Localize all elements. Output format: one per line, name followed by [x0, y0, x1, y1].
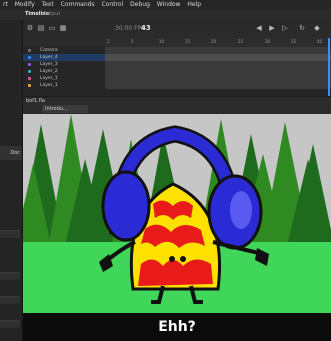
menu-item-control[interactable]: Control	[102, 0, 124, 9]
frame-ruler[interactable]: 1 5 10 15 20 25 30 35 40	[105, 38, 331, 47]
layer-frames[interactable]	[105, 54, 331, 61]
layer-frames[interactable]	[105, 82, 331, 89]
ruler-tick: 30	[265, 39, 271, 44]
ruler-tick: 5	[131, 39, 134, 44]
layer-name: Layer_4	[40, 55, 58, 60]
stage-artwork	[23, 114, 331, 341]
property-field[interactable]	[0, 272, 20, 280]
layer-color-swatch	[28, 70, 31, 73]
layer-row-layer-1a[interactable]: Layer_1	[23, 75, 331, 82]
menu-item-modify[interactable]: Modify	[15, 0, 35, 9]
property-field[interactable]	[0, 320, 20, 328]
stage-canvas[interactable]: Ehh?	[23, 114, 331, 341]
prev-frame-icon[interactable]: ◀	[255, 25, 263, 32]
ruler-tick: 15	[185, 39, 191, 44]
menu-item-commands[interactable]: Commands	[61, 0, 95, 9]
playhead-icon[interactable]: ◆	[313, 25, 321, 32]
scene-dropdown[interactable]: Introdu...	[42, 105, 88, 113]
timeline-toolbar: ⚙ ▤ ▭ ▦ 30.00 FPS 43 ◀ ▶ ▷ ↻ ◆	[23, 20, 331, 39]
ruler-tick: 35	[291, 39, 297, 44]
layer-frames[interactable]	[105, 68, 331, 75]
layer-color-swatch	[28, 63, 31, 66]
properties-panel: Doc	[0, 20, 23, 341]
layer-color-swatch	[28, 84, 31, 87]
next-frame-icon[interactable]: ▷	[281, 25, 289, 32]
animate-app-window: rt Modify Text Commands Control Debug Wi…	[0, 0, 331, 341]
layer-row-camera[interactable]: Camera	[23, 47, 331, 54]
stage-header: bof1.fla Introdu...	[23, 96, 331, 115]
tab-output[interactable]: Output	[43, 11, 60, 17]
play-icon[interactable]: ▶	[268, 25, 276, 32]
gear-icon[interactable]: ⚙	[26, 25, 34, 32]
menu-item-insert[interactable]: rt	[3, 0, 8, 9]
menu-item-help[interactable]: Help	[187, 0, 201, 9]
timeline-panel: ⚙ ▤ ▭ ▦ 30.00 FPS 43 ◀ ▶ ▷ ↻ ◆ 1 5 10 15…	[23, 20, 331, 96]
layer-name: Layer_1	[40, 83, 58, 88]
layer-row-layer-3[interactable]: Layer_3	[23, 61, 331, 68]
layer-row-layer-4[interactable]: Layer_4	[23, 54, 331, 61]
layer-color-swatch	[28, 56, 31, 59]
current-frame[interactable]: 43	[141, 24, 151, 32]
property-field[interactable]	[0, 296, 20, 304]
subtitle-caption: Ehh?	[23, 313, 331, 341]
ruler-tick: 10	[159, 39, 165, 44]
layer-row-layer-1b[interactable]: Layer_1	[23, 82, 331, 89]
layer-frames[interactable]	[105, 75, 331, 82]
ruler-tick: 1	[107, 39, 110, 44]
playhead[interactable]	[328, 38, 330, 96]
layer-list: Camera Layer_4 Layer_3 Layer_2 Layer_1 L…	[23, 47, 331, 96]
layer-color-swatch	[28, 77, 31, 80]
layer-frames[interactable]	[105, 61, 331, 68]
layer-name: Layer_3	[40, 62, 58, 67]
layer-row-layer-2[interactable]: Layer_2	[23, 68, 331, 75]
layer-name: Layer_2	[40, 69, 58, 74]
menu-item-text[interactable]: Text	[42, 0, 54, 9]
layer-name: Camera	[40, 48, 58, 53]
menu-item-debug[interactable]: Debug	[130, 0, 150, 9]
ruler-tick: 25	[238, 39, 244, 44]
loop-icon[interactable]: ↻	[298, 25, 306, 32]
menu-bar: rt Modify Text Commands Control Debug Wi…	[0, 0, 331, 9]
property-field[interactable]	[0, 230, 20, 238]
fps-value: 30.00	[115, 25, 133, 32]
layer-name: Layer_1	[40, 76, 58, 81]
ruler-tick: 20	[211, 39, 217, 44]
ruler-tick: 40	[317, 39, 323, 44]
document-title[interactable]: bof1.fla	[26, 98, 45, 104]
camera-icon	[28, 49, 31, 52]
doc-tab[interactable]: Doc	[0, 146, 22, 160]
menu-item-window[interactable]: Window	[157, 0, 181, 9]
layer-frames[interactable]	[105, 47, 331, 54]
delete-icon[interactable]: ▦	[59, 25, 67, 32]
folder-icon[interactable]: ▭	[48, 25, 56, 32]
new-layer-icon[interactable]: ▤	[37, 25, 45, 32]
